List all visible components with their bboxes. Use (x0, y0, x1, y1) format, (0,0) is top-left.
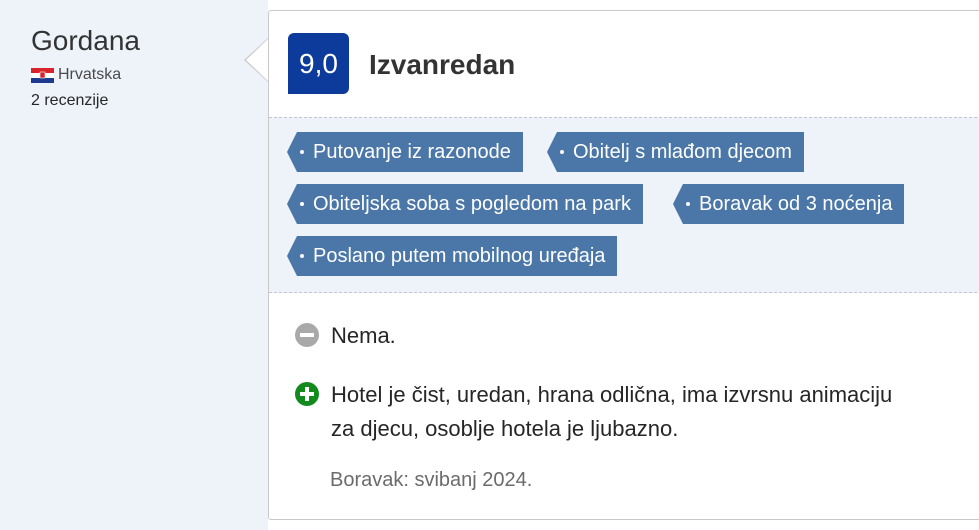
review-tag: Obiteljska soba s pogledom na park (287, 184, 643, 224)
reviewer-info: Gordana Hrvatska 2 recenzije (31, 24, 140, 110)
reviewer-country-label: Hrvatska (58, 66, 122, 83)
review-negative-text: Nema. (331, 323, 396, 348)
review-negative: Nema. (295, 323, 396, 349)
review-card: 9,0 Izvanredan Putovanje iz razonode Obi… (268, 10, 979, 520)
review-stay-date: Boravak: svibanj 2024. (330, 469, 533, 491)
review-positive-line: Hotel je čist, uredan, hrana odlična, im… (331, 382, 893, 407)
review-tags: Putovanje iz razonode Obitelj s mlađom d… (269, 117, 979, 293)
review-tag: Obitelj s mlađom djecom (547, 132, 804, 172)
review-positive-line: za djecu, osoblje hotela je ljubazno. (331, 416, 679, 441)
review-header: 9,0 Izvanredan (269, 11, 979, 117)
plus-circle-icon (295, 382, 319, 406)
review-rating-word: Izvanredan (369, 49, 516, 80)
reviewer-country: Hrvatska (31, 66, 140, 84)
review-tag: Poslano putem mobilnog uređaja (286, 236, 618, 276)
review-tag: Putovanje iz razonode (287, 132, 523, 172)
reviewer-name: Gordana (31, 25, 140, 56)
croatia-flag-icon (31, 67, 54, 83)
reviewer-review-count: 2 recenzije (31, 92, 109, 109)
review-tag: Boravak od 3 noćenja (672, 184, 905, 224)
review-positive-text: Hotel je čist, uredan, hrana odlična, im… (331, 378, 892, 446)
review-score-badge: 9,0 (288, 33, 349, 94)
review-positive: Hotel je čist, uredan, hrana odlična, im… (295, 378, 935, 446)
minus-circle-icon (295, 323, 319, 347)
